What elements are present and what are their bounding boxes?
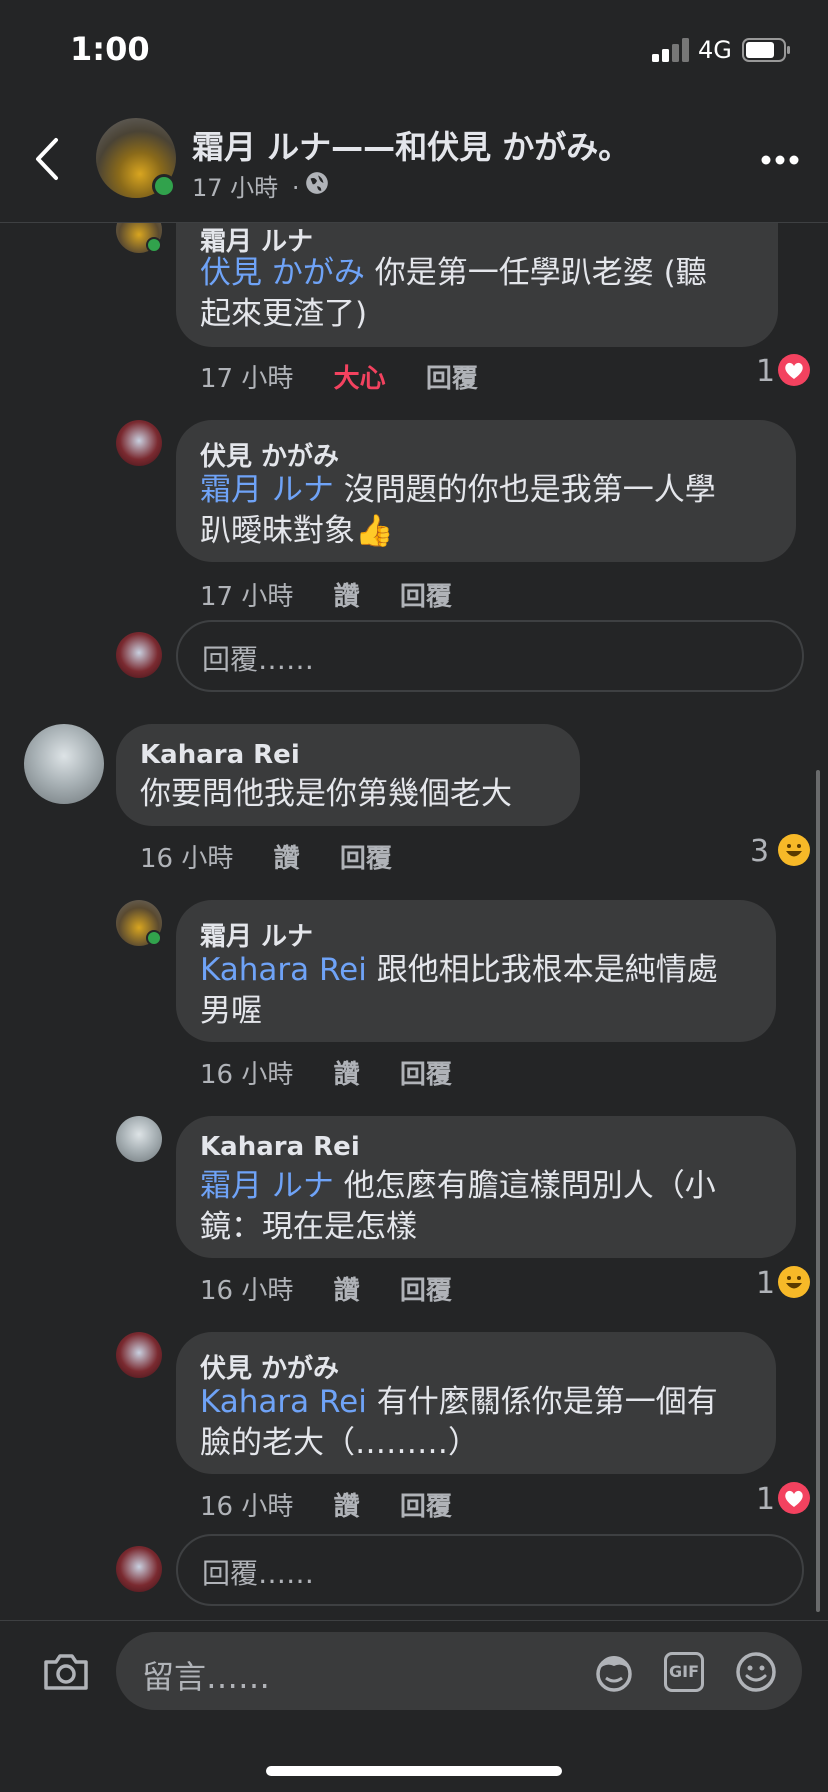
comment-time: 16 小時 [200,1276,294,1306]
emoji-icon[interactable] [734,1650,778,1694]
mention-link[interactable]: 霜月 ルナ [200,472,334,508]
back-arrow-icon[interactable] [32,136,62,182]
network-label: 4G [698,36,732,64]
love-reaction-button[interactable]: 大心 [334,364,386,394]
reply-button[interactable]: 回覆 [400,1492,452,1522]
mention-link[interactable]: Kahara Rei [200,952,367,988]
avatar-sticker-icon[interactable] [592,1650,636,1694]
reply-button[interactable]: 回覆 [400,1060,452,1090]
like-button[interactable]: 讚 [334,582,360,612]
comment-text-line2: 臉的老大（………） [200,1425,479,1461]
comment-4-meta: 16 小時 讚 回覆 [200,1054,452,1091]
haha-reaction-icon [778,1266,810,1298]
mention-link[interactable]: 霜月 ルナ [200,1168,334,1204]
comment-text-line2: 趴曖昧對象 [200,513,355,549]
scrollbar[interactable] [816,770,820,1612]
reply-button[interactable]: 回覆 [426,364,478,394]
comment-text: Kahara Rei 有什麼關係你是第一個有 臉的老大（………） [200,1382,718,1464]
commenter-name[interactable]: 霜月 ルナ [200,916,313,953]
my-avatar [116,632,162,678]
haha-reaction-icon [778,834,810,866]
battery-icon [742,38,790,62]
reaction-count[interactable]: 1 [756,1482,775,1517]
comment-3-meta: 16 小時 讚 回覆 [140,838,392,875]
comment-text: 你要問他我是你第幾個老大 [140,776,512,812]
separator-dot: · [291,174,300,202]
comment-placeholder: 留言…… [142,1658,271,1696]
reply-button[interactable]: 回覆 [400,582,452,612]
thumbs-up-emoji: 👍 [355,513,394,549]
gif-label: GIF [668,1662,699,1681]
comment-text-line1: 你是第一任學趴老婆 (聽 [364,255,707,291]
commenter-name[interactable]: Kahara Rei [140,740,300,770]
reaction-count[interactable]: 1 [756,1266,775,1301]
comment-6-meta: 16 小時 讚 回覆 [200,1486,452,1523]
comment-text-line2: 鏡：現在是怎樣 [200,1209,417,1245]
commenter-avatar[interactable] [24,724,104,804]
comment-text: 伏見 かがみ 你是第一任學趴老婆 (聽 起來更渣了) [200,253,707,335]
signal-icon [652,38,689,62]
gif-button[interactable]: GIF [664,1652,704,1692]
home-indicator[interactable] [266,1766,562,1776]
post-title[interactable]: 霜月 ルナ——和伏見 かがみ。 [192,122,630,168]
commenter-name[interactable]: Kahara Rei [200,1132,360,1162]
more-options-icon[interactable] [760,154,800,166]
comment-time: 17 小時 [200,582,294,612]
comment-text: Kahara Rei 跟他相比我根本是純情處 男喔 [200,950,718,1032]
online-indicator [152,174,176,198]
commenter-avatar[interactable] [116,420,162,466]
post-time: 17 小時 · [192,168,305,203]
comment-time: 16 小時 [200,1060,294,1090]
my-avatar [116,1546,162,1592]
comment-text-line2: 起來更渣了) [200,296,368,332]
post-time-text: 17 小時 [192,174,279,202]
comment-text-line1: 他怎麼有膽這樣問別人（小 [333,1168,716,1204]
commenter-avatar[interactable] [116,1332,162,1378]
comment-text: 霜月 ルナ 他怎麼有膽這樣問別人（小 鏡：現在是怎樣 [200,1166,716,1248]
like-button[interactable]: 讚 [334,1060,360,1090]
reply-button[interactable]: 回覆 [400,1276,452,1306]
heart-reaction-icon [778,1482,810,1514]
online-indicator [146,237,162,253]
comment-text-line1: 沒問題的你也是我第一人學 [333,472,716,508]
status-time: 1:00 [70,30,150,68]
heart-reaction-icon [778,354,810,386]
globe-icon [306,172,328,194]
reaction-count[interactable]: 3 [750,834,769,869]
comment-1-meta: 17 小時 大心 回覆 [200,358,478,395]
like-button[interactable]: 讚 [274,844,300,874]
comment-2-meta: 17 小時 讚 回覆 [200,576,452,613]
commenter-avatar[interactable] [116,1116,162,1162]
comment-text: 霜月 ルナ 沒問題的你也是我第一人學 趴曖昧對象👍 [200,470,716,552]
comment-time: 17 小時 [200,364,294,394]
camera-icon[interactable] [42,1652,90,1692]
comment-5-meta: 16 小時 讚 回覆 [200,1270,452,1307]
comment-text-line1: 有什麼關係你是第一個有 [366,1384,718,1420]
reply-button[interactable]: 回覆 [340,844,392,874]
comment-text-line1: 跟他相比我根本是純情處 [366,952,718,988]
reaction-count[interactable]: 1 [756,354,775,389]
like-button[interactable]: 讚 [334,1276,360,1306]
reply-placeholder: 回覆…… [202,1557,315,1590]
commenter-name[interactable]: 伏見 かがみ [200,1348,339,1385]
like-button[interactable]: 讚 [334,1492,360,1522]
commenter-name[interactable]: 伏見 かがみ [200,436,339,473]
mention-link[interactable]: Kahara Rei [200,1384,367,1420]
comment-time: 16 小時 [140,844,234,874]
mention-link[interactable]: 伏見 かがみ [200,255,365,291]
reply-placeholder: 回覆…… [202,643,315,676]
comment-text-line2: 男喔 [200,993,262,1029]
online-indicator [146,930,162,946]
comment-time: 16 小時 [200,1492,294,1522]
